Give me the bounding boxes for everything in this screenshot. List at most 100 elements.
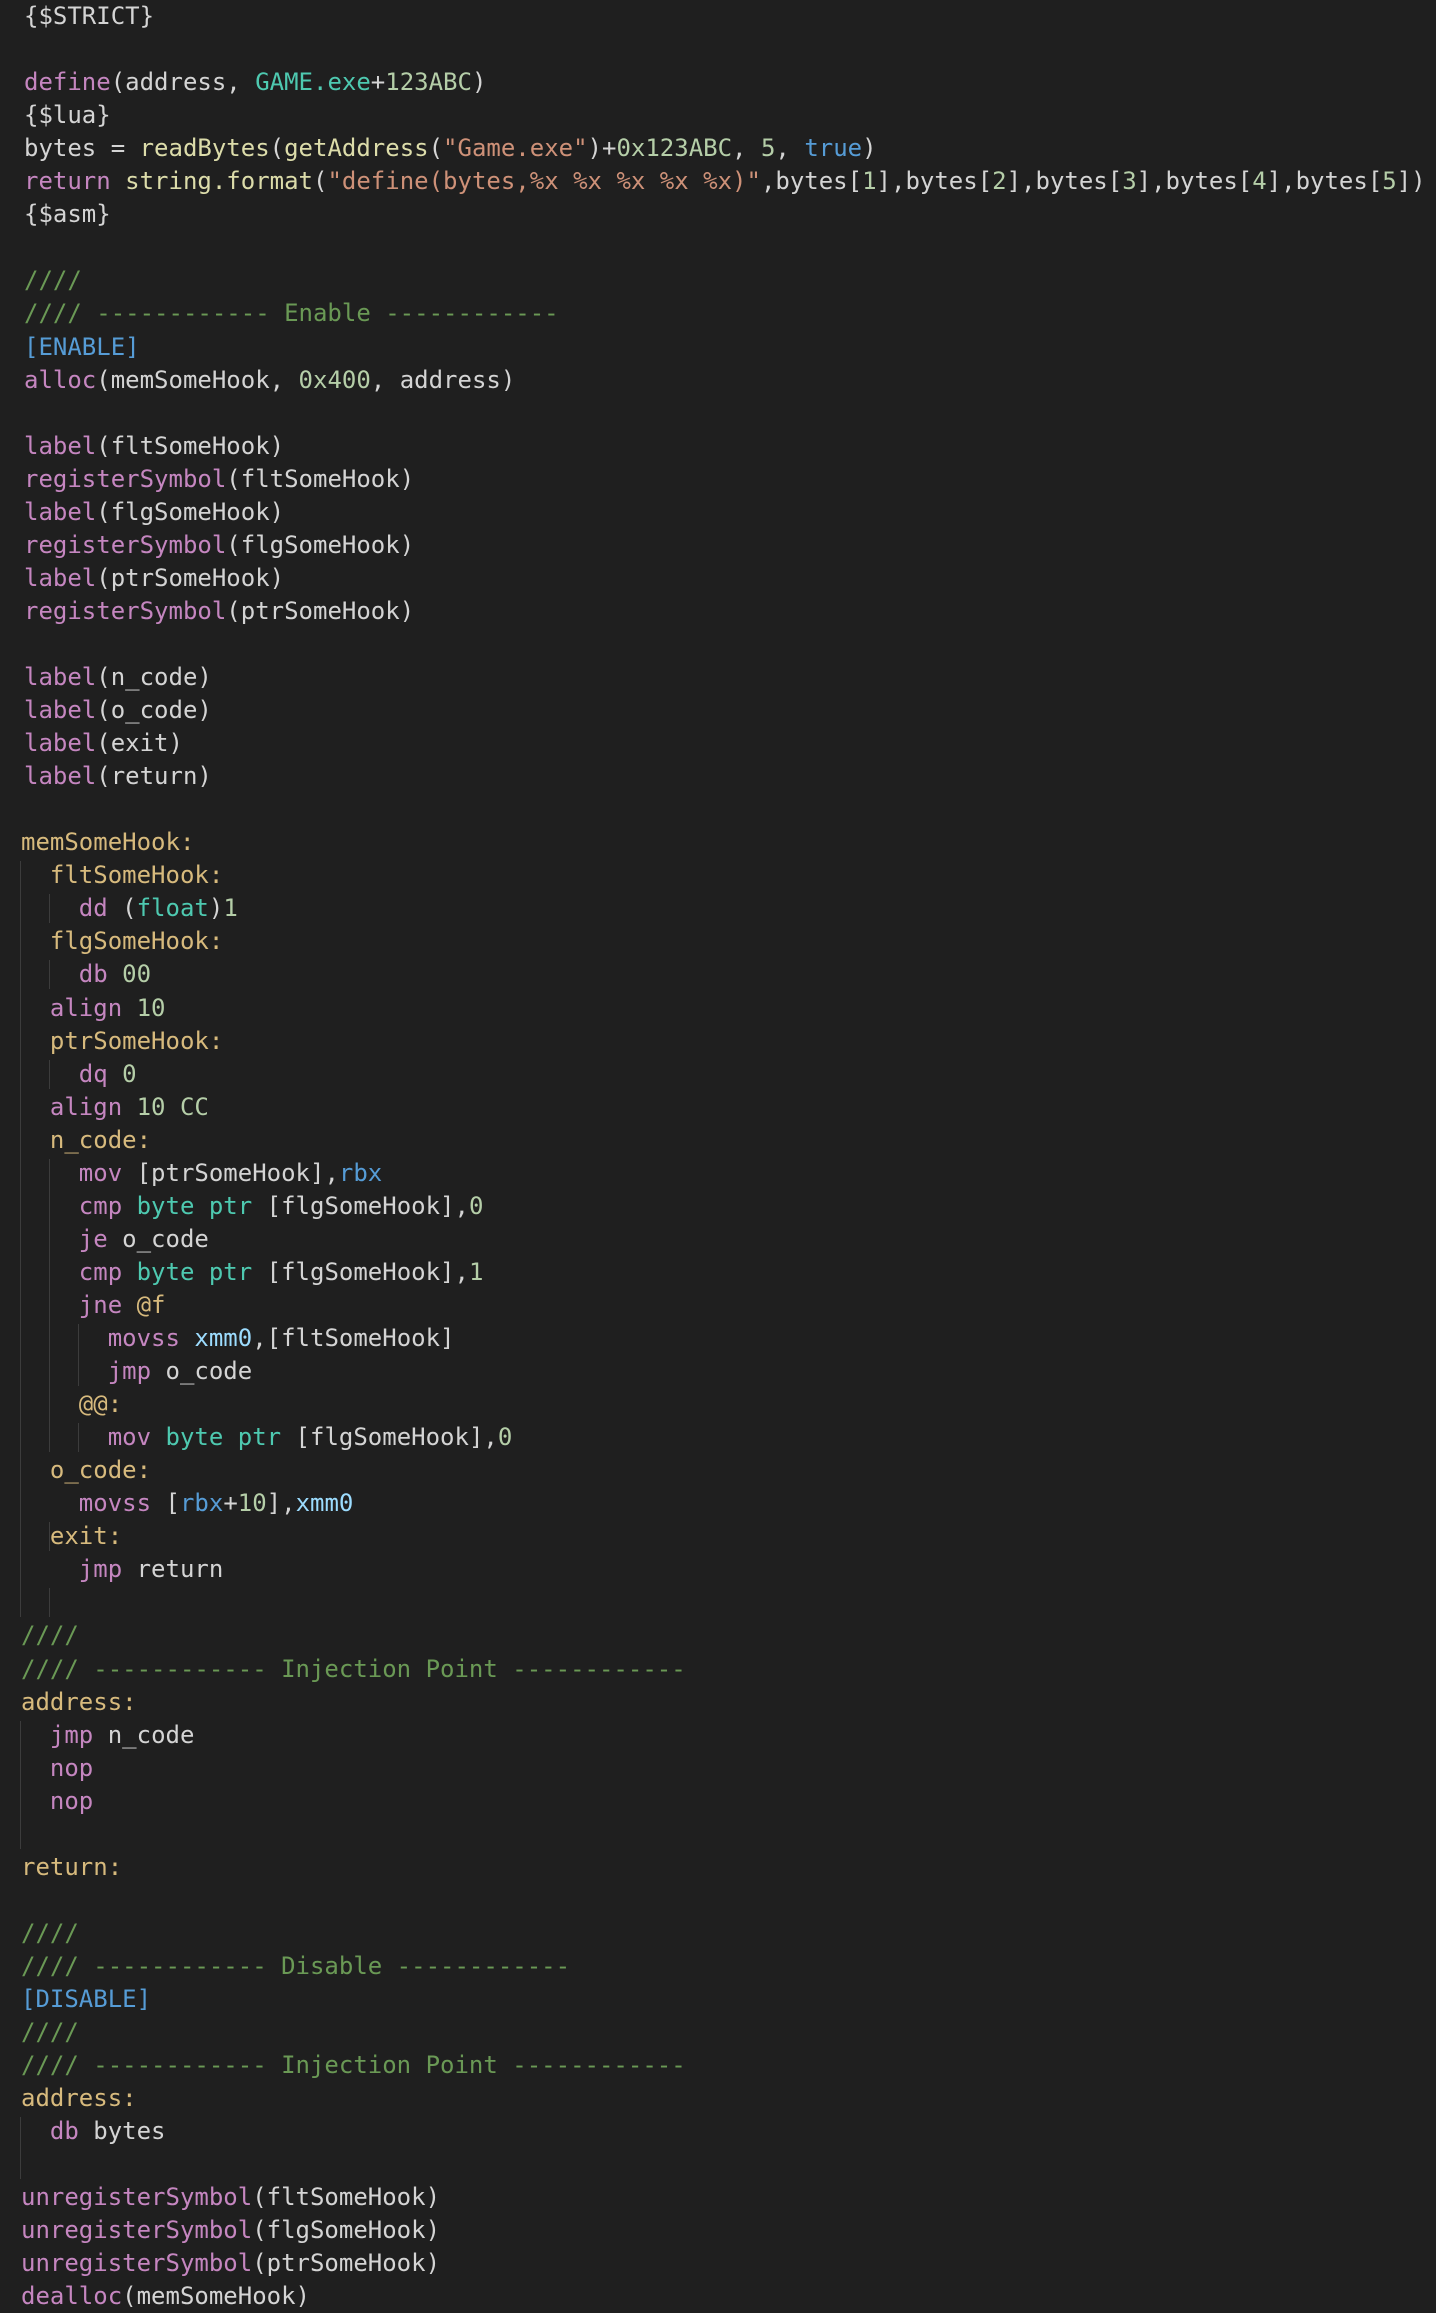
code-token: dd xyxy=(78,894,108,923)
code-line: label(fltSomeHook) xyxy=(24,430,284,463)
code-token: xmm0 xyxy=(194,1324,253,1352)
code-token: [flgSomeHook], xyxy=(252,1257,469,1286)
code-token: label xyxy=(24,563,97,592)
code-line: jmp n_code xyxy=(21,1719,195,1752)
code-token: bytes xyxy=(78,2117,166,2146)
code-token: 1 xyxy=(223,894,238,923)
code-token: ],bytes[ xyxy=(876,167,993,196)
code-token: jmp xyxy=(49,1720,94,1749)
code-token: movss xyxy=(78,1489,152,1518)
code-line: registerSymbol(flgSomeHook) xyxy=(24,529,414,562)
code-token: //// ------------ Disable ------------ xyxy=(21,1951,571,1980)
code-token: byte ptr xyxy=(136,1191,253,1220)
code-token: cmp xyxy=(78,1257,123,1286)
code-line: align 10 xyxy=(21,992,166,1025)
code-token: ],bytes[ xyxy=(1266,167,1383,196)
code-token: //// xyxy=(21,1621,79,1650)
code-token: ( xyxy=(269,134,285,163)
code-token: "define(bytes,%x %x %x %x %x)" xyxy=(327,167,761,196)
code-token: , address) xyxy=(370,365,516,394)
code-token: bytes = xyxy=(24,134,140,163)
code-token: o_code xyxy=(151,1357,253,1386)
code-token: {$lua} xyxy=(24,101,111,130)
code-token: ) xyxy=(862,134,877,163)
code-token: @@: xyxy=(78,1390,123,1419)
code-editor[interactable]: {$STRICT} define(address, GAME.exe+123ABC… xyxy=(0,0,1436,2310)
code-token: movss xyxy=(107,1324,180,1352)
code-token: registerSymbol xyxy=(24,530,227,559)
code-token: //// ------------ Enable ------------ xyxy=(24,299,559,328)
code-token: 1 xyxy=(468,1257,484,1286)
code-token: , xyxy=(775,134,805,163)
code-token: (o_code) xyxy=(96,696,212,725)
code-token: (fltSomeHook) xyxy=(96,431,285,460)
code-token: alloc xyxy=(24,365,97,394)
code-token: 10 xyxy=(136,993,166,1022)
code-token: float xyxy=(136,894,209,923)
code-token: [ENABLE] xyxy=(24,332,140,361)
code-token: {$asm} xyxy=(24,200,111,229)
code-line: {$lua} xyxy=(24,99,111,132)
code-line: jmp o_code xyxy=(21,1355,253,1388)
code-line: //// ------------ Injection Point ------… xyxy=(21,1653,686,1686)
code-token: (flgSomeHook) xyxy=(252,2216,441,2245)
code-line: n_code: xyxy=(21,1124,151,1157)
code-token: readBytes xyxy=(139,134,270,163)
code-token: ]) xyxy=(1396,167,1426,196)
code-line: {$STRICT} xyxy=(24,0,154,33)
code-token: [ xyxy=(151,1489,180,1518)
code-token: return: xyxy=(21,1852,123,1881)
code-token: rbx xyxy=(338,1158,383,1187)
code-token: (flgSomeHook) xyxy=(226,530,415,559)
code-token: return xyxy=(24,167,111,196)
code-token: ) xyxy=(471,68,487,97)
code-token: 00 xyxy=(122,960,152,989)
code-line: unregisterSymbol(flgSomeHook) xyxy=(21,2214,440,2247)
code-line: return: xyxy=(21,1851,122,1884)
code-line: db 00 xyxy=(21,958,151,991)
code-token: (return) xyxy=(96,762,212,791)
code-token: (ptrSomeHook) xyxy=(252,2249,441,2278)
code-token: //// xyxy=(21,2018,79,2047)
code-token: 0 xyxy=(468,1191,484,1220)
code-token: 10 CC xyxy=(136,1092,209,1121)
code-token: [flgSomeHook], xyxy=(252,1191,469,1220)
code-line: registerSymbol(ptrSomeHook) xyxy=(24,595,414,628)
code-token: define xyxy=(24,68,111,97)
code-token: true xyxy=(804,134,863,163)
code-token: dq xyxy=(78,1059,108,1088)
code-token: (fltSomeHook) xyxy=(252,2183,441,2212)
code-line: alloc(memSomeHook, 0x400, address) xyxy=(24,364,515,397)
code-line: nop xyxy=(21,1785,93,1818)
code-line: jne @f xyxy=(21,1289,166,1322)
code-token: address: xyxy=(21,1687,137,1716)
code-token: mov xyxy=(107,1423,152,1452)
code-token: 10 xyxy=(237,1489,267,1518)
code-line: //// xyxy=(24,264,82,297)
code-token: (ptrSomeHook) xyxy=(96,563,285,592)
code-token: db xyxy=(49,2117,79,2146)
code-token: db xyxy=(78,960,108,989)
code-token: unregisterSymbol xyxy=(21,2249,253,2278)
code-token: @f xyxy=(136,1290,166,1319)
code-token: 5 xyxy=(760,134,776,163)
